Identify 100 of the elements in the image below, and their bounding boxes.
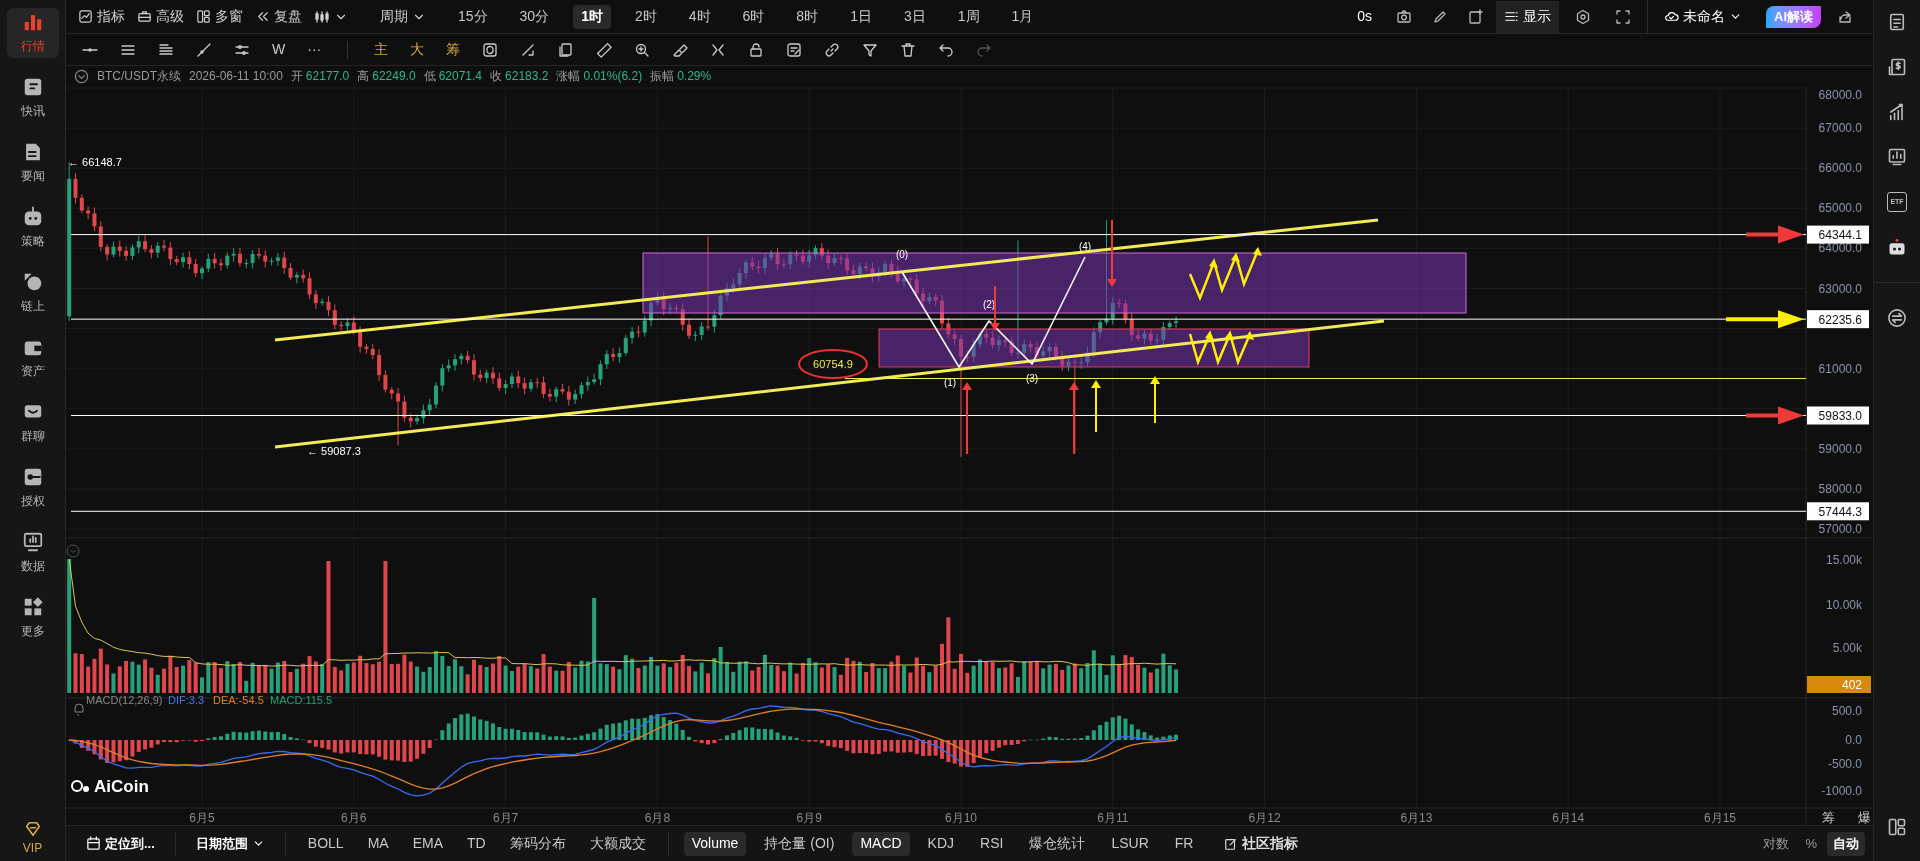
link-icon[interactable] <box>824 41 841 58</box>
chart-mode-button[interactable]: 主 <box>370 39 393 60</box>
indicator-tab[interactable]: MACD <box>852 831 910 856</box>
community-indicators-button[interactable]: 社区指标 <box>1216 833 1307 854</box>
layout-dropdown[interactable]: 未命名 <box>1656 3 1750 30</box>
sidebar-item[interactable]: 快讯 <box>6 73 59 123</box>
sidebar-item[interactable]: 策略 <box>6 203 59 253</box>
trend-line-icon[interactable] <box>196 41 212 58</box>
drawing-tool-button[interactable]: ··· <box>303 39 326 60</box>
logo-text: AiCoin <box>94 777 149 796</box>
price-axis-label: 67000.0 <box>1818 121 1862 136</box>
interval-tab[interactable]: 3日 <box>895 4 934 29</box>
price-level-tag: 59833.0 <box>1807 406 1869 425</box>
menu-button[interactable]: 高级 <box>133 3 188 30</box>
interval-tab[interactable]: 1日 <box>842 4 880 29</box>
indicator-tab[interactable]: 大额成交 <box>579 833 656 854</box>
indicator-tab[interactable]: LSUR <box>1103 831 1157 856</box>
camera-icon[interactable] <box>1396 8 1412 25</box>
dif-value: DIF:3.3 <box>168 694 205 706</box>
interval-tab[interactable]: 30分 <box>511 4 558 29</box>
period-dropdown[interactable]: 周期 <box>372 3 434 30</box>
monitor-chart-icon[interactable] <box>1887 147 1907 167</box>
sidebar-item[interactable]: 要闻 <box>6 138 59 188</box>
settings-icon[interactable] <box>1575 8 1591 25</box>
cloud-icon <box>1664 9 1679 24</box>
robot-icon[interactable] <box>1887 237 1907 257</box>
layout-icon[interactable] <box>1887 817 1907 837</box>
sidebar-item[interactable]: 授权 <box>6 463 59 513</box>
sidebar-item[interactable]: 资产 <box>6 333 59 383</box>
price-axis-label: 61000.0 <box>1818 361 1862 376</box>
volume-axis-label: 5.00k <box>1832 641 1862 655</box>
wave-label: (4) <box>1078 241 1092 252</box>
scale-toggle[interactable]: 自动 <box>1827 831 1865 856</box>
price-document-icon[interactable] <box>1887 57 1907 77</box>
corner-toggle[interactable]: 筹 <box>1822 810 1835 825</box>
locate-button[interactable]: 定位到... <box>78 833 163 854</box>
scale-toggle[interactable]: % <box>1799 831 1823 856</box>
date-axis-label: 6月10 <box>945 811 977 825</box>
menu-button[interactable]: 多窗 <box>192 3 247 30</box>
menu-button[interactable]: 指标 <box>74 3 129 30</box>
edit-note-icon[interactable] <box>786 41 803 58</box>
price-axis-label: 66000.0 <box>1818 161 1862 176</box>
interval-tab[interactable]: 6时 <box>734 4 773 29</box>
corner-toggle[interactable]: 爆 <box>1858 810 1871 825</box>
indicator-tab[interactable]: RSI <box>972 831 1012 856</box>
lock-icon[interactable] <box>748 41 765 58</box>
copy-icon[interactable] <box>558 41 575 58</box>
sidebar-item[interactable]: 数据 <box>6 528 59 578</box>
zoom-in-icon[interactable] <box>634 41 651 58</box>
indicator-tab[interactable]: TD <box>457 833 496 854</box>
sidebar-item[interactable]: 行情 <box>6 8 59 58</box>
indicator-tab[interactable]: FR <box>1166 831 1202 856</box>
ruler-icon[interactable] <box>596 41 613 58</box>
interval-tab[interactable]: 15分 <box>450 4 496 29</box>
vip-button[interactable]: VIP <box>22 819 43 857</box>
indicator-tab[interactable]: 筹码分布 <box>499 833 576 854</box>
indicator-tab[interactable]: BOLL <box>297 833 354 854</box>
ohlc-label: 收 <box>490 68 503 85</box>
chart-mode-button[interactable]: 大 <box>406 39 429 60</box>
vertical-arrow <box>1150 376 1160 424</box>
volume-axis-label: 15.00k <box>1825 553 1862 567</box>
fullscreen-icon[interactable] <box>1615 8 1631 25</box>
ohlc-label: 开 <box>290 68 303 85</box>
date-range-dropdown[interactable]: 日期范围 <box>187 833 273 854</box>
indicator-tab[interactable]: 持仓量 (OI) <box>756 831 843 856</box>
indicator-tab[interactable]: KDJ <box>919 831 963 856</box>
support-price-label: 60754.9 <box>813 358 853 370</box>
interval-tab[interactable]: 1月 <box>1003 4 1042 29</box>
high-price-label: ← 66148.7 <box>68 156 122 169</box>
price-axis-label: 63000.0 <box>1818 281 1862 296</box>
interval-tab[interactable]: 4时 <box>680 4 719 29</box>
swap-icon[interactable] <box>1887 308 1907 328</box>
interval-tab[interactable]: 1周 <box>949 4 988 29</box>
edit-icon <box>1224 836 1239 851</box>
indicator-tab[interactable]: EMA <box>402 833 453 854</box>
bell-icon[interactable] <box>74 703 84 716</box>
add-note-icon[interactable] <box>1468 8 1484 25</box>
chart-mode-button[interactable]: 筹 <box>442 39 465 60</box>
sidebar-item[interactable]: 更多 <box>6 593 59 643</box>
drawing-tool-button[interactable]: W <box>268 39 290 60</box>
sidebar-item[interactable]: 链上 <box>6 268 59 318</box>
interval-tab[interactable]: 2时 <box>626 4 665 29</box>
ohlc-value: 62183.2 <box>505 68 549 85</box>
indicator-tab[interactable]: 爆仓统计 <box>1021 831 1094 856</box>
document-icon[interactable] <box>1887 12 1907 32</box>
sidebar-item[interactable]: 群聊 <box>6 398 59 448</box>
interval-tab[interactable]: 1时 <box>573 4 611 29</box>
trash-icon[interactable] <box>900 41 917 58</box>
menu-button[interactable]: 复盘 <box>251 3 306 30</box>
collapse-icon[interactable] <box>74 68 89 84</box>
interval-tab[interactable]: 8时 <box>788 4 827 29</box>
scale-toggle[interactable]: 对数 <box>1757 831 1796 856</box>
macd-title: MACD(12,26,9) <box>86 694 163 706</box>
price-axis-label: 57000.0 <box>1818 522 1862 537</box>
display-button[interactable]: 显示 <box>1496 0 1559 33</box>
price-axis-label: 68000.0 <box>1818 88 1862 102</box>
filter-icon[interactable] <box>862 41 879 58</box>
indicator-tab[interactable]: Volume <box>683 831 747 856</box>
indicator-tab[interactable]: MA <box>357 833 399 854</box>
fib-lines-icon[interactable] <box>158 41 174 58</box>
